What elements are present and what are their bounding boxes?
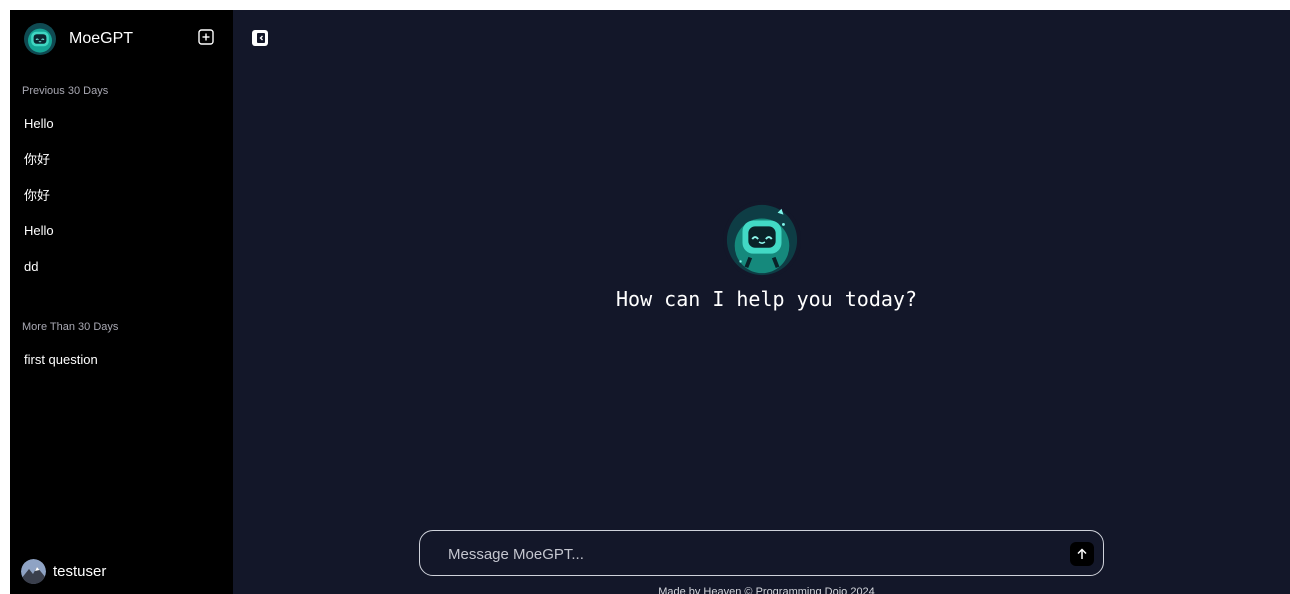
app-window: MoeGPT Previous 30 Days Hello 你好 你好 Hell…: [10, 10, 1290, 594]
arrow-up-icon: [1077, 548, 1087, 559]
brand-name: MoeGPT: [69, 30, 134, 47]
message-input[interactable]: [446, 531, 1050, 577]
section-label-more-than-30-days: More Than 30 Days: [22, 321, 119, 333]
footer-credit: Made by Heaven © Programming Dojo 2024: [658, 586, 875, 594]
sidebar: MoeGPT Previous 30 Days Hello 你好 你好 Hell…: [10, 10, 233, 594]
user-name: testuser: [53, 563, 107, 580]
brand[interactable]: MoeGPT: [24, 22, 133, 56]
history-item[interactable]: dd: [24, 255, 219, 279]
plus-square-icon: [198, 29, 214, 45]
robot-mascot-icon: [24, 23, 56, 55]
section-label-previous-30-days: Previous 30 Days: [22, 85, 109, 97]
mountain-avatar-icon: [21, 559, 46, 584]
sidebar-toggle-icon: [252, 30, 268, 46]
user-profile[interactable]: testuser: [21, 559, 106, 584]
history-item[interactable]: Hello: [24, 219, 219, 243]
history-item[interactable]: first question: [24, 348, 219, 372]
send-button[interactable]: [1070, 542, 1094, 566]
greeting-heading: How can I help you today?: [615, 287, 918, 311]
history-item[interactable]: 你好: [24, 184, 219, 208]
sidebar-toggle-button[interactable]: [252, 30, 268, 46]
history-item[interactable]: Hello: [24, 112, 219, 136]
message-composer: [419, 530, 1104, 577]
robot-mascot-icon: [723, 201, 801, 279]
new-chat-button[interactable]: [198, 29, 214, 45]
history-item[interactable]: 你好: [24, 148, 219, 172]
